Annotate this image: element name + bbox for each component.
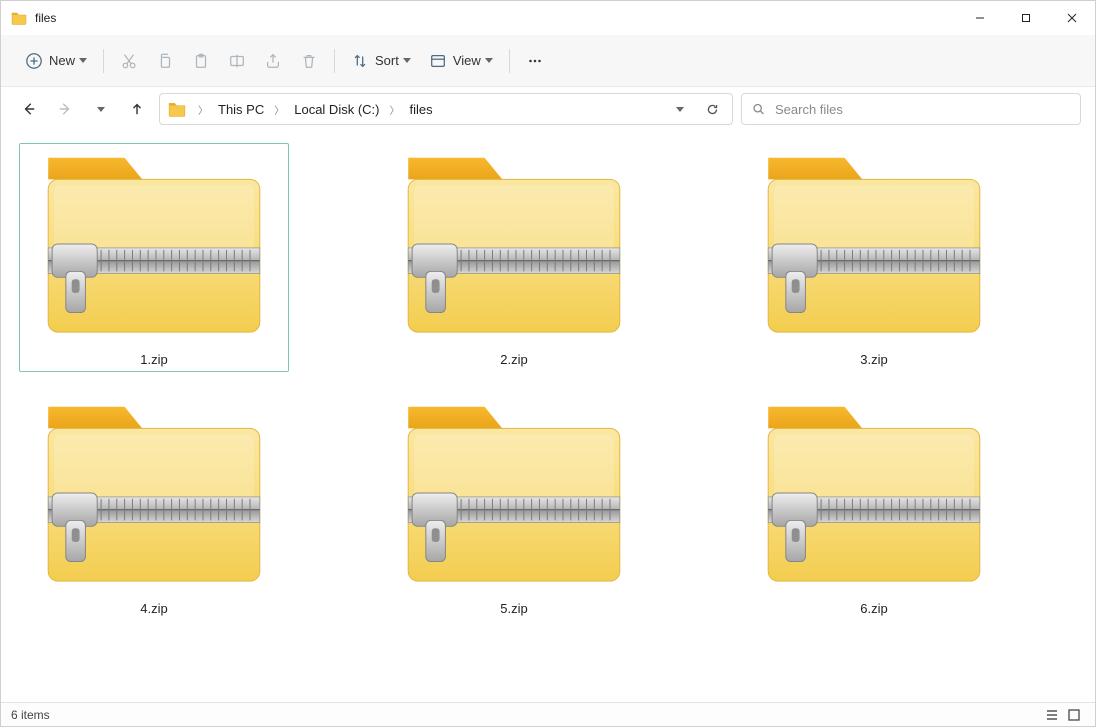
- rename-button[interactable]: [220, 44, 254, 78]
- breadcrumb-segment[interactable]: files: [407, 102, 434, 117]
- window-title: files: [35, 11, 56, 25]
- share-button[interactable]: [256, 44, 290, 78]
- cut-button[interactable]: [112, 44, 146, 78]
- search-input[interactable]: [775, 102, 1070, 117]
- up-button[interactable]: [123, 95, 151, 123]
- arrow-up-icon: [130, 102, 144, 116]
- status-bar: 6 items: [1, 702, 1095, 726]
- cut-icon: [120, 52, 138, 70]
- list-icon: [1045, 708, 1059, 722]
- nav-row: 〉 This PC 〉 Local Disk (C:) 〉 files: [1, 87, 1095, 131]
- share-icon: [264, 52, 282, 70]
- copy-button[interactable]: [148, 44, 182, 78]
- plus-circle-icon: [25, 52, 43, 70]
- file-item[interactable]: 1.zip: [19, 143, 289, 372]
- new-button[interactable]: New: [17, 44, 95, 78]
- breadcrumb-segment[interactable]: Local Disk (C:): [292, 102, 381, 117]
- address-bar[interactable]: 〉 This PC 〉 Local Disk (C:) 〉 files: [159, 93, 733, 125]
- address-folder-icon: [168, 100, 186, 118]
- delete-icon: [300, 52, 318, 70]
- paste-icon: [192, 52, 210, 70]
- address-dropdown-button[interactable]: [666, 95, 694, 123]
- view-button[interactable]: View: [421, 44, 501, 78]
- toolbar: New Sort View: [1, 35, 1095, 87]
- chevron-down-icon: [485, 58, 493, 63]
- file-name: 5.zip: [500, 601, 527, 616]
- sort-label: Sort: [375, 53, 399, 68]
- file-item[interactable]: 5.zip: [379, 392, 649, 621]
- file-name: 2.zip: [500, 352, 527, 367]
- back-button[interactable]: [15, 95, 43, 123]
- file-item[interactable]: 4.zip: [19, 392, 289, 621]
- delete-button[interactable]: [292, 44, 326, 78]
- separator: [103, 49, 104, 73]
- chevron-down-icon: [79, 58, 87, 63]
- breadcrumb-segment[interactable]: This PC: [216, 102, 266, 117]
- file-item[interactable]: 6.zip: [739, 392, 1009, 621]
- chevron-right-icon: 〉: [270, 102, 288, 117]
- minimize-button[interactable]: [957, 1, 1003, 35]
- file-item[interactable]: 2.zip: [379, 143, 649, 372]
- zip-folder-icon: [755, 148, 993, 340]
- sort-icon: [351, 52, 369, 70]
- window-folder-icon: [11, 10, 27, 26]
- zip-folder-icon: [395, 397, 633, 589]
- chevron-right-icon: 〉: [194, 102, 212, 117]
- zip-folder-icon: [755, 397, 993, 589]
- file-name: 4.zip: [140, 601, 167, 616]
- sort-button[interactable]: Sort: [343, 44, 419, 78]
- copy-icon: [156, 52, 174, 70]
- maximize-button[interactable]: [1003, 1, 1049, 35]
- new-label: New: [49, 53, 75, 68]
- search-box[interactable]: [741, 93, 1081, 125]
- forward-button[interactable]: [51, 95, 79, 123]
- close-button[interactable]: [1049, 1, 1095, 35]
- file-name: 6.zip: [860, 601, 887, 616]
- ellipsis-icon: [526, 52, 544, 70]
- chevron-down-icon: [403, 58, 411, 63]
- paste-button[interactable]: [184, 44, 218, 78]
- recent-locations-button[interactable]: [87, 95, 115, 123]
- file-view[interactable]: 1.zip 2.zip 3.zip 4.zip 5.zip 6.zip: [1, 131, 1095, 702]
- view-icon: [429, 52, 447, 70]
- details-view-button[interactable]: [1041, 706, 1063, 724]
- window-controls: [957, 1, 1095, 35]
- arrow-left-icon: [22, 102, 36, 116]
- chevron-down-icon: [97, 107, 105, 112]
- separator: [334, 49, 335, 73]
- titlebar: files: [1, 1, 1095, 35]
- separator: [509, 49, 510, 73]
- zip-folder-icon: [35, 148, 273, 340]
- thumbnails-view-button[interactable]: [1063, 706, 1085, 724]
- file-name: 1.zip: [140, 352, 167, 367]
- zip-folder-icon: [395, 148, 633, 340]
- more-button[interactable]: [518, 44, 552, 78]
- file-name: 3.zip: [860, 352, 887, 367]
- chevron-right-icon: 〉: [385, 102, 403, 117]
- search-icon: [752, 102, 765, 116]
- item-count: 6 items: [11, 708, 50, 722]
- refresh-icon: [706, 103, 719, 116]
- refresh-button[interactable]: [698, 95, 726, 123]
- arrow-right-icon: [58, 102, 72, 116]
- rename-icon: [228, 52, 246, 70]
- view-label: View: [453, 53, 481, 68]
- grid-icon: [1067, 708, 1081, 722]
- file-item[interactable]: 3.zip: [739, 143, 1009, 372]
- zip-folder-icon: [35, 397, 273, 589]
- chevron-down-icon: [676, 107, 684, 112]
